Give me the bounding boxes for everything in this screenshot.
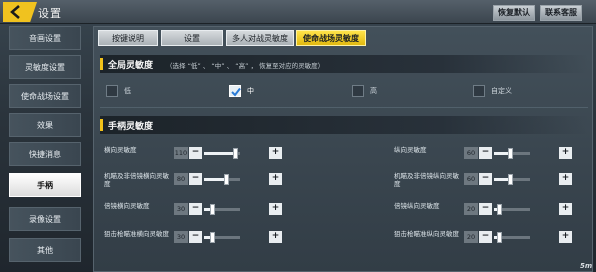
sidebar-item-battlefield[interactable]: 使命战场设置 <box>9 84 81 108</box>
checkbox[interactable] <box>352 85 364 97</box>
slider-track[interactable] <box>494 148 530 159</box>
sidebar-item-other[interactable]: 其他 <box>9 238 81 262</box>
tab-battlefield-sensitivity[interactable]: 使命战场灵敏度 <box>296 30 366 46</box>
sidebar-item-audio-video[interactable]: 音画设置 <box>9 26 81 50</box>
increase-button[interactable]: + <box>559 203 572 215</box>
slider-label: 机瞄及非倍镜横向灵敏度 <box>104 172 169 188</box>
decrease-button[interactable]: − <box>189 203 202 215</box>
increase-button[interactable]: + <box>559 147 572 159</box>
slider-track[interactable] <box>204 174 240 185</box>
slider-label: 倍镜纵向灵敏度 <box>394 202 440 210</box>
slider-fill <box>204 152 236 155</box>
slider-value: 60 <box>464 173 478 185</box>
sidebar-item-effects[interactable]: 效果 <box>9 113 81 137</box>
sensitivity-slider-row: 机瞄及非倍镜纵向灵敏度 60− + <box>394 170 584 190</box>
slider-value: 30 <box>174 203 188 215</box>
slider-thumb[interactable] <box>224 174 229 185</box>
settings-panel: 按键说明 设置 多人对战灵敏度 使命战场灵敏度 全局灵敏度 （选择 “低” 、 … <box>93 26 593 272</box>
option-label: 中 <box>247 87 254 95</box>
slider-track[interactable] <box>204 148 240 159</box>
slider-label: 狙击枪瞄准横向灵敏度 <box>104 230 169 238</box>
slider-label: 横向灵敏度 <box>104 146 137 154</box>
divider <box>100 107 588 108</box>
back-button[interactable] <box>3 2 37 22</box>
contact-service-button[interactable]: 联系客服 <box>540 5 582 21</box>
tab-settings[interactable]: 设置 <box>161 30 223 46</box>
section-title: 手柄灵敏度 <box>108 122 154 132</box>
slider-value: 20 <box>464 203 478 215</box>
sensitivity-slider-row: 横向灵敏度 110− + <box>104 144 294 164</box>
page-title: 设置 <box>38 7 62 20</box>
sensitivity-slider-row: 倍镜横向灵敏度 30− + <box>104 200 294 220</box>
global-sensitivity-header: 全局灵敏度 （选择 “低” 、 “中” 、 “高” ， 恢复至对应的灵敏度） <box>100 55 588 73</box>
sensitivity-slider-row: 狙击枪瞄准横向灵敏度 30− + <box>104 228 294 248</box>
sensitivity-slider-row: 狙击枪瞄准纵向灵敏度 20− + <box>394 228 584 248</box>
decrease-button[interactable]: − <box>479 173 492 185</box>
sidebar-item-recording[interactable]: 录像设置 <box>9 207 81 231</box>
decrease-button[interactable]: − <box>479 147 492 159</box>
checkbox-checked[interactable] <box>229 85 241 97</box>
checkbox[interactable] <box>473 85 485 97</box>
top-bar: 设置 恢复默认 联系客服 <box>0 0 596 24</box>
slider-value: 30 <box>174 231 188 243</box>
slider-thumb[interactable] <box>497 232 502 243</box>
option-label: 高 <box>370 87 377 95</box>
sensitivity-slider-row: 倍镜纵向灵敏度 20− + <box>394 200 584 220</box>
increase-button[interactable]: + <box>269 173 282 185</box>
sensitivity-slider-row: 纵向灵敏度 60− + <box>394 144 584 164</box>
section-accent <box>100 58 103 70</box>
slider-value: 20 <box>464 231 478 243</box>
decrease-button[interactable]: − <box>189 173 202 185</box>
decrease-button[interactable]: − <box>189 147 202 159</box>
slider-track[interactable] <box>204 232 240 243</box>
increase-button[interactable]: + <box>269 203 282 215</box>
chevron-left-icon <box>10 5 20 19</box>
slider-label: 纵向灵敏度 <box>394 146 427 154</box>
increase-button[interactable]: + <box>559 231 572 243</box>
slider-thumb[interactable] <box>497 204 502 215</box>
slider-value: 60 <box>464 147 478 159</box>
slider-thumb[interactable] <box>508 174 513 185</box>
section-title: 全局灵敏度 <box>108 61 154 71</box>
sidebar: 音画设置 灵敏度设置 使命战场设置 效果 快捷消息 手柄 录像设置 其他 <box>0 25 88 272</box>
decrease-button[interactable]: − <box>479 231 492 243</box>
increase-button[interactable]: + <box>269 147 282 159</box>
gamepad-sensitivity-header: 手柄灵敏度 <box>100 116 588 134</box>
slider-value: 110 <box>174 147 188 159</box>
slider-label: 倍镜横向灵敏度 <box>104 202 150 210</box>
checkmark-icon <box>231 87 241 97</box>
tab-multiplayer-sensitivity[interactable]: 多人对战灵敏度 <box>226 30 294 46</box>
increase-button[interactable]: + <box>559 173 572 185</box>
option-label: 低 <box>124 87 131 95</box>
restore-default-button[interactable]: 恢复默认 <box>493 5 535 21</box>
slider-value: 80 <box>174 173 188 185</box>
sidebar-item-sensitivity[interactable]: 灵敏度设置 <box>9 55 81 79</box>
decrease-button[interactable]: − <box>189 231 202 243</box>
section-note: （选择 “低” 、 “中” 、 “高” ， 恢复至对应的灵敏度） <box>166 62 325 70</box>
slider-track[interactable] <box>494 204 530 215</box>
sidebar-item-gamepad[interactable]: 手柄 <box>9 173 81 197</box>
slider-thumb[interactable] <box>233 148 238 159</box>
slider-thumb[interactable] <box>508 148 513 159</box>
slider-thumb[interactable] <box>210 232 215 243</box>
section-accent <box>100 119 103 131</box>
sensitivity-slider-row: 机瞄及非倍镜横向灵敏度 80− + <box>104 170 294 190</box>
decrease-button[interactable]: − <box>479 203 492 215</box>
checkbox[interactable] <box>106 85 118 97</box>
watermark: 5m <box>580 262 593 270</box>
option-label: 自定义 <box>491 87 512 95</box>
slider-label: 机瞄及非倍镜纵向灵敏度 <box>394 172 459 188</box>
slider-label: 狙击枪瞄准纵向灵敏度 <box>394 230 459 238</box>
slider-track[interactable] <box>494 174 530 185</box>
increase-button[interactable]: + <box>269 231 282 243</box>
sidebar-item-quick-message[interactable]: 快捷消息 <box>9 142 81 166</box>
slider-track[interactable] <box>494 232 530 243</box>
tab-key-instructions[interactable]: 按键说明 <box>98 30 158 46</box>
slider-track[interactable] <box>204 204 240 215</box>
slider-thumb[interactable] <box>210 204 215 215</box>
